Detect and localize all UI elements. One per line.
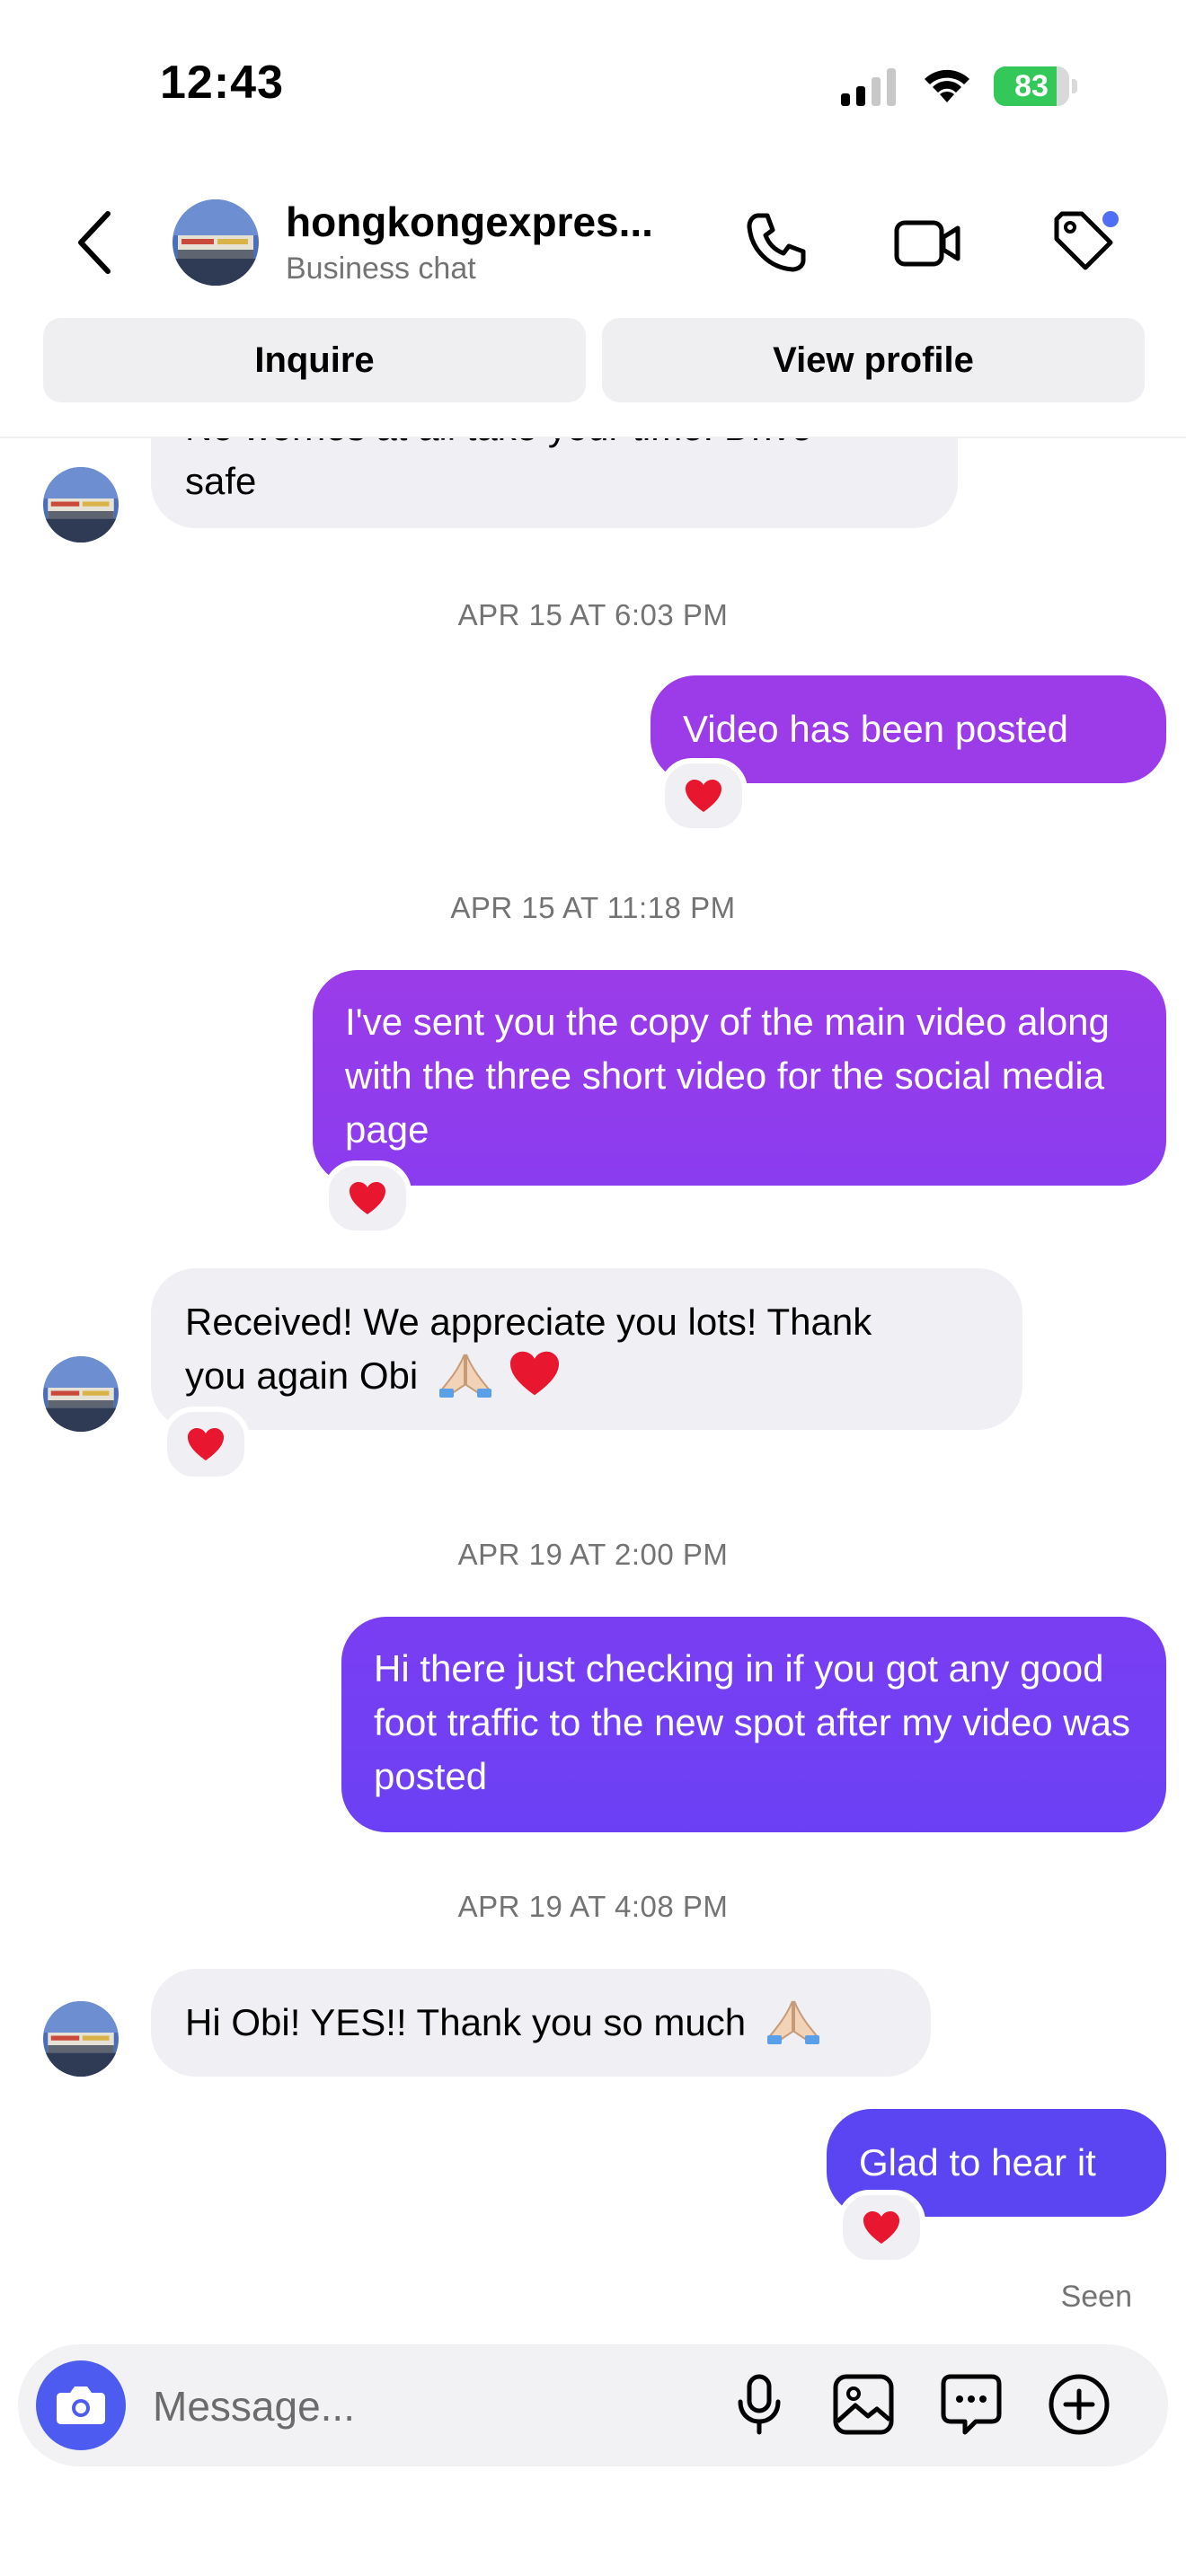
cellular-signal-icon	[841, 68, 896, 106]
outgoing-message-bubble[interactable]: Hi there just checking in if you got any…	[341, 1617, 1166, 1832]
praying-hands-icon	[766, 2000, 819, 2044]
status-time: 12:43	[160, 57, 284, 109]
microphone-icon[interactable]	[726, 2371, 792, 2438]
outgoing-message-bubble[interactable]: I've sent you the copy of the main video…	[313, 970, 1166, 1186]
heart-icon	[686, 780, 721, 812]
timestamp: APR 15 AT 11:18 PM	[450, 891, 736, 924]
heart-reaction[interactable]	[323, 1160, 412, 1236]
sticker-icon[interactable]	[938, 2371, 1005, 2438]
timestamp: APR 19 AT 4:08 PM	[457, 1890, 729, 1923]
message-clip-area: No worries at all take your time! Drive …	[0, 438, 1186, 564]
praying-hands-icon	[438, 1354, 491, 1398]
wifi-icon	[925, 69, 969, 102]
heart-icon	[350, 1182, 385, 1214]
chat-subtitle: Business chat	[286, 251, 476, 286]
heart-reaction[interactable]	[659, 758, 748, 834]
inquire-button[interactable]: Inquire	[43, 318, 586, 402]
message-text: Received! We appreciate you lots! Thank	[185, 1301, 872, 1343]
gallery-icon[interactable]	[830, 2371, 897, 2438]
phone-icon[interactable]	[740, 207, 812, 278]
battery-indicator: 83	[994, 66, 1078, 106]
message-text: Video has been posted	[683, 708, 1068, 750]
message-text: Hi Obi! YES!! Thank you so much	[185, 2001, 747, 2043]
battery-level: 83	[1014, 69, 1049, 103]
chat-title[interactable]: hongkongexpres...	[286, 198, 681, 246]
plus-circle-icon[interactable]	[1046, 2371, 1112, 2438]
message-text: safe	[185, 460, 257, 502]
contact-avatar[interactable]	[173, 199, 259, 286]
incoming-message-bubble[interactable]: Hi Obi! YES!! Thank you so much	[151, 1969, 931, 2077]
timestamp: APR 19 AT 2:00 PM	[457, 1538, 729, 1571]
message-input[interactable]	[151, 2377, 694, 2436]
message-text: No worries at all take your time! Drive	[185, 438, 940, 454]
incoming-message-bubble[interactable]: Received! We appreciate you lots! Thank …	[151, 1268, 1022, 1430]
sender-avatar[interactable]	[43, 2001, 119, 2077]
heart-icon	[509, 1351, 559, 1396]
seen-indicator: Seen	[1060, 2280, 1132, 2314]
heart-icon	[188, 1428, 224, 1460]
camera-button[interactable]	[36, 2360, 126, 2450]
message-text: I've sent you the copy of the main video…	[345, 1001, 1110, 1151]
sender-avatar[interactable]	[43, 1356, 119, 1432]
message-text: Hi there just checking in if you got any…	[374, 1647, 1130, 1797]
timestamp: APR 15 AT 6:03 PM	[457, 598, 729, 631]
sender-avatar[interactable]	[43, 467, 119, 543]
message-text: Glad to hear it	[859, 2141, 1096, 2183]
heart-reaction[interactable]	[837, 2190, 925, 2265]
heart-icon	[863, 2211, 899, 2244]
view-profile-button[interactable]: View profile	[602, 318, 1145, 402]
heart-reaction[interactable]	[162, 1407, 250, 1482]
video-camera-icon[interactable]	[891, 207, 963, 278]
back-chevron-icon[interactable]	[72, 208, 117, 277]
message-text: you again Obi	[185, 1354, 419, 1397]
tag-icon[interactable]	[1048, 207, 1120, 278]
camera-icon	[57, 2386, 105, 2424]
incoming-message-bubble[interactable]: No worries at all take your time! Drive …	[151, 438, 958, 528]
